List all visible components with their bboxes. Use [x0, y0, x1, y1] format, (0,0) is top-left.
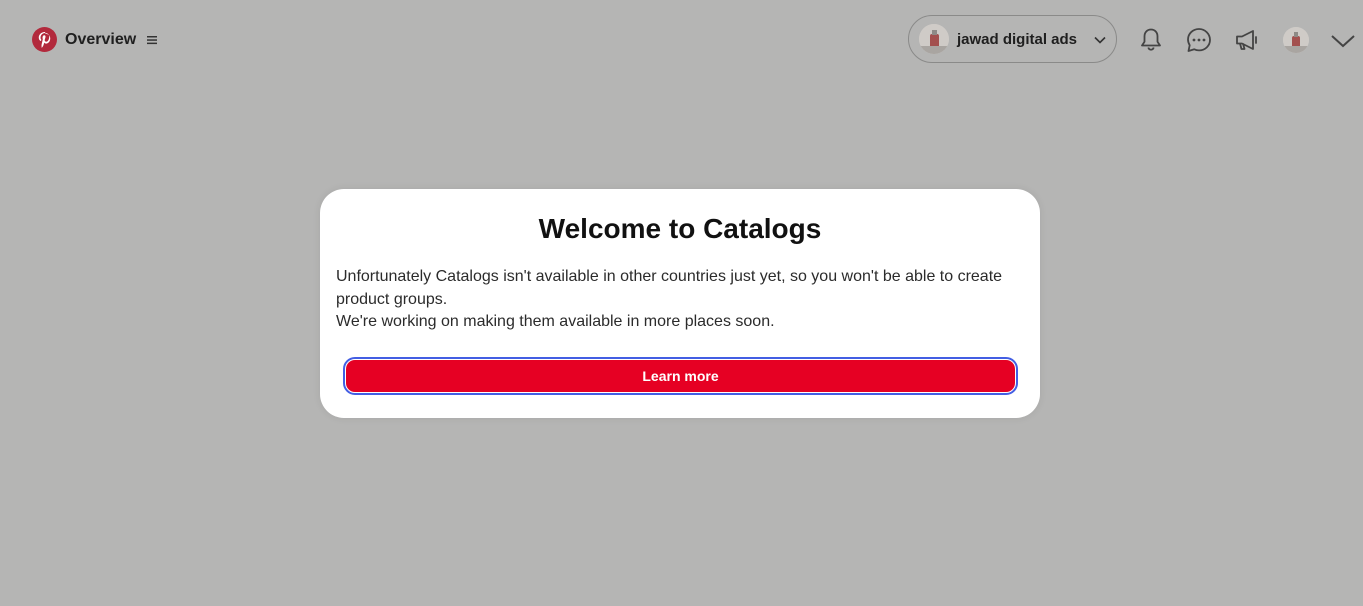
megaphone-icon[interactable] [1231, 24, 1263, 56]
chat-bubble-icon[interactable] [1183, 24, 1215, 56]
welcome-modal: Welcome to Catalogs Unfortunately Catalo… [320, 189, 1040, 418]
account-avatar-image-icon [919, 24, 949, 54]
learn-more-button[interactable]: Learn more [346, 360, 1015, 392]
top-header: Overview jawad digital ads [0, 0, 1363, 80]
modal-message-line-2: We're working on making them available i… [336, 313, 775, 330]
modal-message-line-1: Unfortunately Catalogs isn't available i… [336, 268, 1003, 308]
account-switcher-button[interactable]: jawad digital ads [908, 15, 1117, 63]
hamburger-icon[interactable] [146, 33, 158, 47]
modal-title: Welcome to Catalogs [538, 213, 822, 244]
profile-avatar-image-icon [1283, 27, 1309, 53]
profile-avatar[interactable] [1283, 27, 1309, 53]
pinterest-logo-icon[interactable] [32, 27, 57, 52]
account-name: jawad digital ads [957, 31, 1078, 48]
page-title: Overview [65, 31, 137, 48]
bell-icon[interactable] [1135, 24, 1167, 56]
chevron-down-icon[interactable] [1329, 32, 1357, 50]
learn-more-focus-ring: Learn more [343, 357, 1018, 395]
modal-body: Unfortunately Catalogs isn't available i… [336, 266, 1016, 334]
account-avatar [919, 24, 949, 54]
chevron-down-icon [1094, 36, 1106, 44]
